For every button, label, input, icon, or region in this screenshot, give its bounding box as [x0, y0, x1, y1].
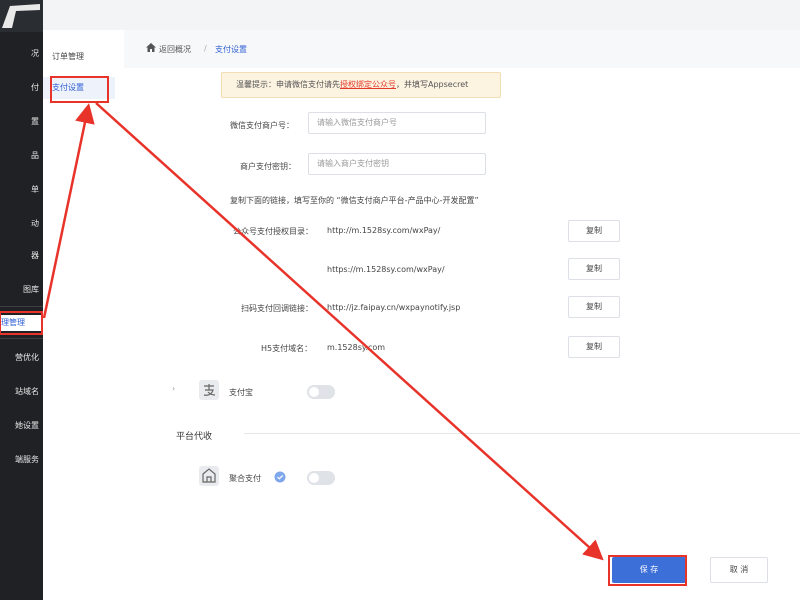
nav-item[interactable]: 端服务	[0, 452, 43, 468]
expand-chevron-icon[interactable]: ›	[172, 384, 175, 393]
copy-button[interactable]: 复制	[568, 258, 620, 280]
main-content: 温馨提示：申请微信支付请先授权绑定公众号，并填写Appsecret 微信支付商户…	[124, 68, 800, 600]
aggregate-pay-icon	[199, 466, 219, 486]
platform-section-title: 平台代收	[176, 429, 219, 442]
nav-item[interactable]: 动	[0, 216, 43, 232]
alipay-icon	[199, 380, 219, 400]
subnav-item-orders[interactable]: 订单管理	[43, 46, 115, 68]
auth-directory-url-http: http://m.1528sy.com/wxPay/	[327, 226, 441, 235]
h5-domain-label: H5支付域名：	[261, 344, 313, 353]
sub-navigation: 订单管理 支付设置	[43, 30, 124, 600]
nav-item[interactable]: 她设置	[0, 418, 43, 434]
copy-button[interactable]: 复制	[568, 296, 620, 318]
notice-banner: 温馨提示：申请微信支付请先授权绑定公众号，并填写Appsecret	[221, 72, 501, 98]
nav-item[interactable]: 付	[0, 80, 43, 96]
merchant-id-label: 微信支付商户号：	[230, 121, 294, 130]
notice-prefix: 温馨提示：申请微信支付请先	[236, 80, 340, 89]
nav-item[interactable]: 器	[0, 248, 43, 264]
nav-divider	[0, 338, 43, 339]
merchant-key-input[interactable]: 请输入商户支付密钥	[308, 153, 486, 175]
verified-icon	[274, 471, 286, 483]
copy-button[interactable]: 复制	[568, 336, 620, 358]
aggregate-pay-toggle[interactable]	[307, 471, 335, 485]
scan-callback-label: 扫码支付回调链接：	[241, 304, 313, 313]
alipay-toggle[interactable]	[307, 385, 335, 399]
copy-button[interactable]: 复制	[568, 220, 620, 242]
cancel-button[interactable]: 取 消	[710, 557, 768, 583]
aggregate-pay-label: 聚合支付	[229, 474, 261, 483]
home-icon	[146, 43, 156, 52]
config-instruction: 复制下面的链接，填写至你的 “微信支付商户平台-产品中心-开发配置”	[230, 196, 479, 205]
nav-item[interactable]: 品	[0, 148, 43, 164]
logo-icon	[2, 4, 40, 28]
breadcrumb: 返回概况 / 支付设置	[124, 30, 800, 68]
nav-item[interactable]: 况	[0, 46, 43, 62]
bind-official-account-link[interactable]: 授权绑定公众号	[340, 80, 396, 89]
breadcrumb-back-link[interactable]: 返回概况	[159, 44, 191, 55]
section-divider	[244, 433, 800, 434]
nav-item[interactable]: 图库	[0, 282, 43, 298]
merchant-id-input[interactable]: 请输入微信支付商户号	[308, 112, 486, 134]
nav-divider	[0, 306, 43, 307]
nav-item[interactable]: 营优化	[0, 350, 43, 366]
nav-item-active[interactable]: 理管理	[0, 315, 43, 331]
nav-item[interactable]: 单	[0, 182, 43, 198]
top-bar	[43, 0, 800, 31]
nav-item[interactable]: 置	[0, 114, 43, 130]
auth-directory-url-https: https://m.1528sy.com/wxPay/	[327, 265, 445, 274]
merchant-key-label: 商户支付密钥：	[240, 162, 296, 171]
logo	[0, 0, 43, 32]
left-navigation: 况 付 置 品 单 动 器 图库 理管理 营优化 站域名 她设置 端服务	[0, 0, 43, 600]
save-button[interactable]: 保 存	[612, 557, 686, 583]
notice-suffix: ，并填写Appsecret	[396, 80, 469, 89]
subnav-item-payment-settings[interactable]: 支付设置	[43, 77, 115, 99]
scan-callback-url: http://jz.faipay.cn/wxpaynotify.jsp	[327, 303, 461, 312]
auth-directory-label: 公众号支付授权目录：	[233, 227, 313, 236]
nav-item[interactable]: 站域名	[0, 384, 43, 400]
alipay-label: 支付宝	[229, 388, 253, 397]
h5-domain-url: m.1528sy.com	[327, 343, 386, 352]
breadcrumb-current: 支付设置	[215, 45, 247, 54]
breadcrumb-separator: /	[204, 44, 207, 53]
